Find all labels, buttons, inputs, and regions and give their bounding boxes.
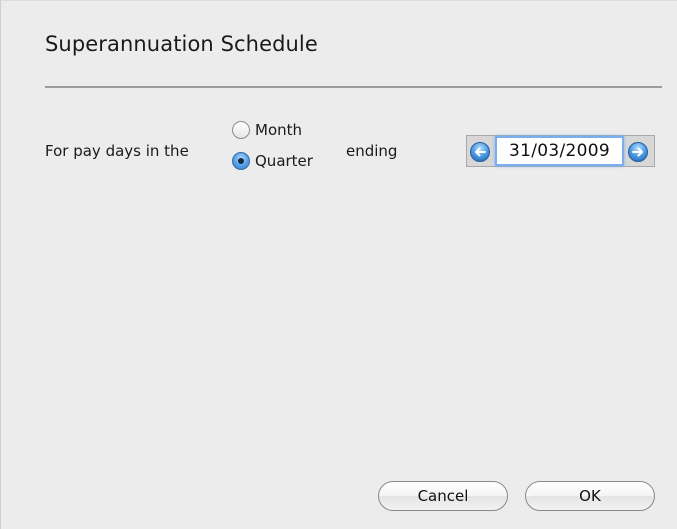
previous-date-button[interactable] [470,142,490,162]
ending-label: ending [346,142,398,160]
date-stepper: 31/03/2009 [466,135,655,167]
next-date-button[interactable] [628,142,648,162]
superannuation-schedule-dialog: Superannuation Schedule For pay days in … [0,0,677,529]
date-input[interactable]: 31/03/2009 [495,136,624,166]
cancel-button[interactable]: Cancel [378,481,508,511]
arrow-right-icon [632,147,643,157]
title-divider [45,86,662,88]
ok-button[interactable]: OK [525,481,655,511]
arrow-left-icon [475,147,486,157]
radio-month-button[interactable] [232,121,250,139]
radio-quarter[interactable]: Quarter [232,152,313,170]
radio-quarter-label: Quarter [255,152,313,170]
radio-month[interactable]: Month [232,121,302,139]
dialog-title: Superannuation Schedule [45,32,318,56]
radio-quarter-button[interactable] [232,152,250,170]
pay-days-prefix-label: For pay days in the [45,142,189,160]
radio-month-label: Month [255,121,303,139]
